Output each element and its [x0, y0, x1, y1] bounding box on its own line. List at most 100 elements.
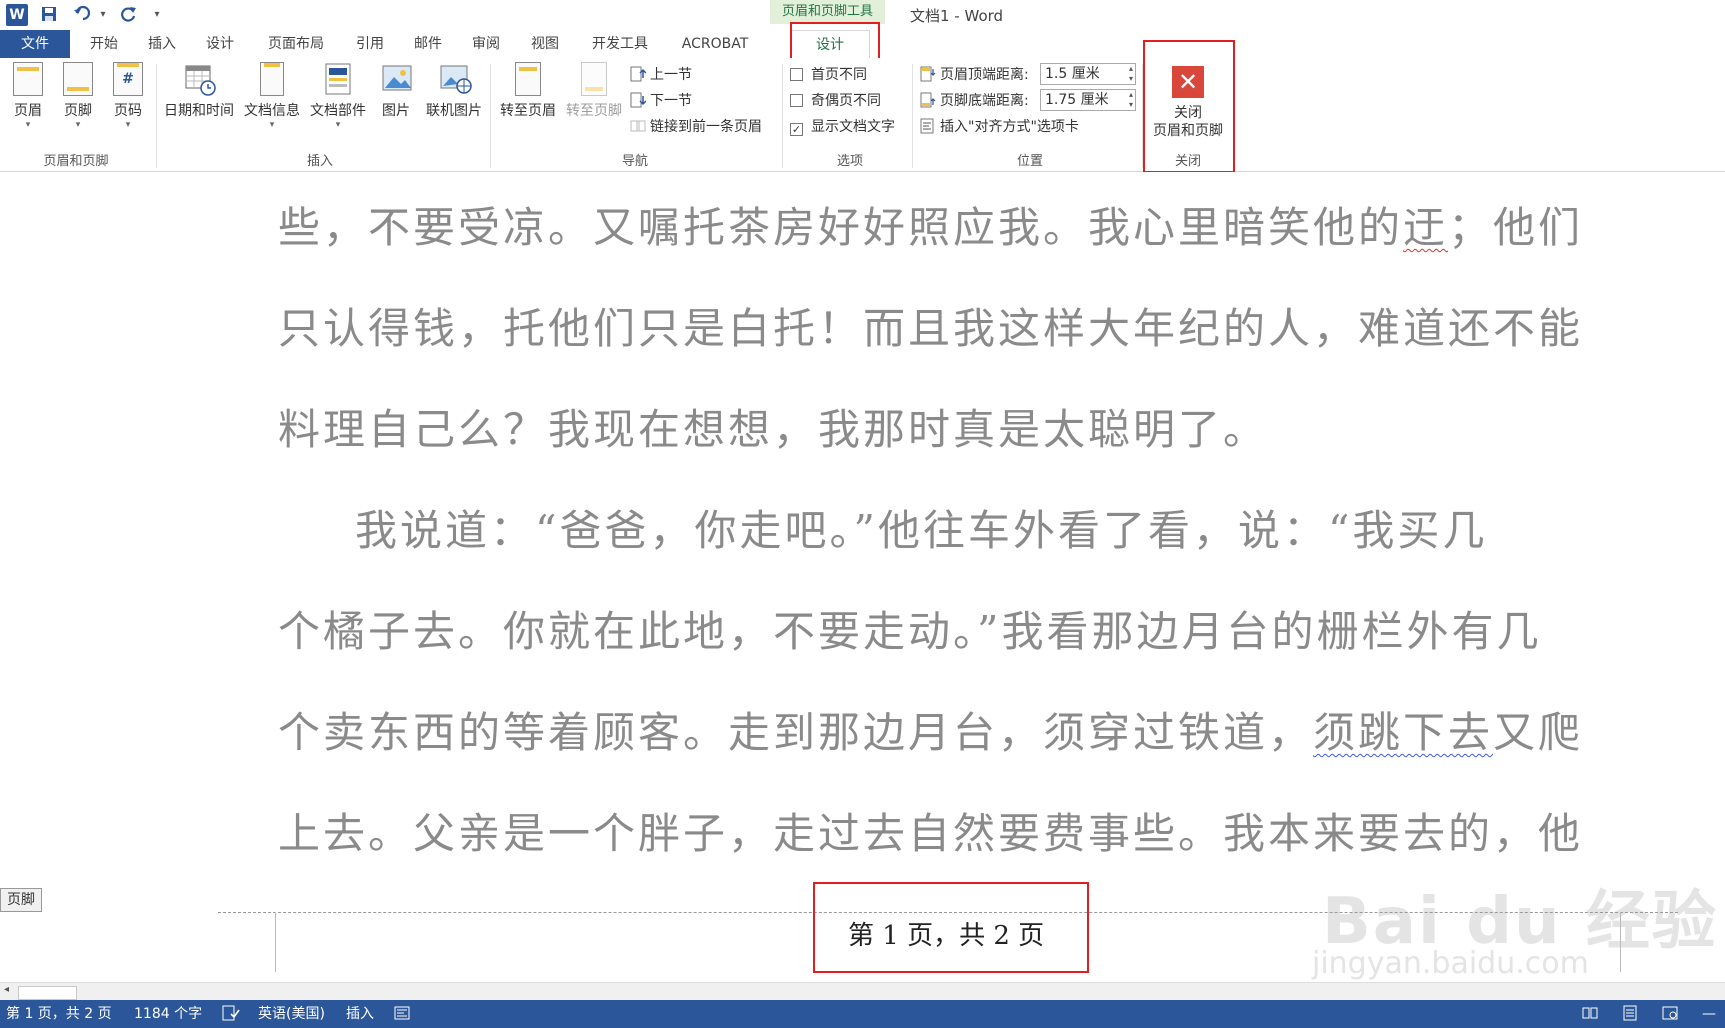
different-first-page-checkbox[interactable]: 首页不同: [790, 64, 867, 86]
header-top-distance-text: 页眉顶端距离:: [940, 67, 1029, 83]
macro-record-icon[interactable]: [394, 1000, 410, 1028]
footer-button[interactable]: 页脚 ▾: [60, 62, 96, 130]
doc-info-icon: [260, 62, 284, 96]
goto-footer-button[interactable]: 转至页脚: [562, 62, 626, 120]
undo-icon[interactable]: [72, 5, 94, 25]
spelling-mark[interactable]: 迂: [1403, 203, 1448, 252]
tab-developer[interactable]: 开发工具: [585, 30, 655, 58]
status-language[interactable]: 英语(美国): [258, 1000, 325, 1028]
doc-info-label: 文档信息: [244, 103, 300, 119]
redo-icon[interactable]: [118, 5, 140, 25]
dropdown-arrow-icon: ▾: [335, 120, 341, 130]
status-insert-mode[interactable]: 插入: [346, 1000, 374, 1028]
checkbox-checked[interactable]: ✓: [790, 123, 803, 136]
previous-section-button[interactable]: 上一节: [630, 64, 692, 86]
footer-tag: 页脚: [0, 888, 42, 912]
proofing-icon[interactable]: [222, 1000, 240, 1028]
insert-alignment-tab-button[interactable]: 插入"对齐方式"选项卡: [920, 116, 1079, 138]
tab-view[interactable]: 视图: [525, 30, 565, 58]
quick-parts-label: 文档部件: [310, 103, 366, 119]
tab-layout[interactable]: 页面布局: [262, 30, 330, 58]
doc-info-button[interactable]: 文档信息 ▾: [242, 62, 302, 130]
word-logo-icon[interactable]: W: [6, 4, 28, 26]
footer-page-number-text[interactable]: 第 1 页，共 2 页: [848, 915, 1044, 952]
quick-parts-button[interactable]: 文档部件 ▾: [308, 62, 368, 130]
tab-review[interactable]: 审阅: [466, 30, 506, 58]
alignment-tab-icon: [920, 118, 936, 134]
page-number-button[interactable]: # 页码 ▾: [110, 62, 146, 130]
footer-bottom-distance-input[interactable]: 1.75 厘米 ▴ ▾: [1040, 89, 1136, 111]
tab-acrobat[interactable]: ACROBAT: [672, 30, 758, 58]
customize-qat-icon[interactable]: ▾: [146, 5, 168, 25]
tab-header-footer-design[interactable]: 设计: [790, 30, 870, 59]
online-picture-button[interactable]: 联机图片: [422, 62, 486, 120]
tab-insert[interactable]: 插入: [142, 30, 182, 58]
footer-bottom-distance-label: 页脚底端距离:: [920, 90, 1029, 112]
scroll-left-icon[interactable]: ◂: [4, 984, 9, 995]
goto-header-icon: [515, 62, 541, 96]
status-bar: 第 1 页，共 2 页 1184 个字 英语(美国) 插入 —: [0, 1000, 1725, 1028]
calendar-clock-icon: [184, 62, 216, 96]
group-label-options: 选项: [836, 154, 863, 169]
undo-dropdown-icon[interactable]: ▾: [92, 5, 114, 25]
insert-alignment-tab-label: 插入"对齐方式"选项卡: [940, 119, 1079, 135]
tab-file[interactable]: 文件: [0, 30, 70, 58]
header-top-distance-label: 页眉顶端距离:: [920, 64, 1029, 86]
close-button-label: 关闭 页眉和页脚: [1148, 104, 1228, 140]
next-section-button[interactable]: 下一节: [630, 90, 692, 112]
save-icon[interactable]: [38, 5, 60, 25]
margin-guide-left: [275, 912, 276, 972]
link-icon: [630, 118, 646, 134]
different-odd-even-checkbox[interactable]: 奇偶页不同: [790, 90, 881, 112]
next-section-label: 下一节: [650, 93, 692, 109]
read-mode-icon[interactable]: [1582, 1000, 1598, 1028]
tab-mailings[interactable]: 邮件: [408, 30, 448, 58]
horizontal-scrollbar[interactable]: ◂: [0, 982, 1725, 1001]
show-document-text-checkbox[interactable]: ✓ 显示文档文字: [790, 116, 895, 138]
status-page[interactable]: 第 1 页，共 2 页: [6, 1000, 112, 1028]
grammar-mark[interactable]: 须跳下去: [1313, 708, 1493, 757]
header-top-distance-value: 1.5 厘米: [1045, 66, 1100, 82]
goto-footer-label: 转至页脚: [566, 103, 622, 119]
picture-label: 图片: [382, 103, 410, 119]
status-word-count[interactable]: 1184 个字: [134, 1000, 202, 1028]
show-document-text-label: 显示文档文字: [811, 119, 895, 135]
group-separator: [782, 64, 783, 168]
header-top-distance-input[interactable]: 1.5 厘米 ▴ ▾: [1040, 63, 1136, 85]
link-to-previous-label: 链接到前一条页眉: [650, 119, 762, 135]
dropdown-arrow-icon: ▾: [75, 120, 81, 130]
dropdown-arrow-icon: ▾: [125, 120, 131, 130]
group-separator: [490, 64, 491, 168]
group-separator: [156, 64, 157, 168]
header-button[interactable]: 页眉 ▾: [10, 62, 46, 130]
previous-section-icon: [630, 66, 647, 82]
margin-guide-right: [1620, 912, 1621, 972]
checkbox-unchecked[interactable]: [790, 68, 803, 81]
next-section-icon: [630, 92, 647, 108]
spinner-arrows-icon[interactable]: ▴ ▾: [1129, 64, 1133, 84]
close-header-footer-button[interactable]: ✕ 关闭 页眉和页脚: [1148, 66, 1228, 140]
checkbox-unchecked[interactable]: [790, 94, 803, 107]
paragraph-line: 个卖东西的等着顾客。走到那边月台，须穿过铁道，须跳下去又爬: [278, 708, 1584, 757]
web-layout-icon[interactable]: [1662, 1000, 1678, 1028]
print-layout-icon[interactable]: [1622, 1000, 1638, 1028]
header-icon: [13, 62, 43, 96]
tab-home[interactable]: 开始: [84, 30, 124, 58]
footer-position-icon: [920, 92, 936, 108]
date-time-button[interactable]: 日期和时间: [163, 62, 235, 120]
document-area[interactable]: 些，不要受凉。又嘱托茶房好好照应我。我心里暗笑他的迂；他们 只认得钱，托他们只是…: [0, 172, 1725, 982]
paragraph-line: 个橘子去。你就在此地，不要走动。”我看那边月台的栅栏外有几: [278, 607, 1542, 656]
paragraph-line: 只认得钱，托他们只是白托！而且我这样大年纪的人，难道还不能: [278, 304, 1584, 353]
date-time-label: 日期和时间: [164, 103, 234, 119]
previous-section-label: 上一节: [650, 67, 692, 83]
spinner-arrows-icon[interactable]: ▴ ▾: [1129, 90, 1133, 110]
scrollbar-thumb[interactable]: [18, 986, 77, 1000]
tab-references[interactable]: 引用: [350, 30, 390, 58]
goto-header-button[interactable]: 转至页眉: [496, 62, 560, 120]
footer-bottom-distance-text: 页脚底端距离:: [940, 93, 1029, 109]
zoom-out-icon[interactable]: —: [1702, 1000, 1716, 1028]
picture-button[interactable]: 图片: [376, 62, 416, 120]
link-to-previous-button[interactable]: 链接到前一条页眉: [630, 116, 762, 138]
group-label-close: 关闭: [1174, 154, 1201, 169]
tab-design[interactable]: 设计: [200, 30, 240, 58]
